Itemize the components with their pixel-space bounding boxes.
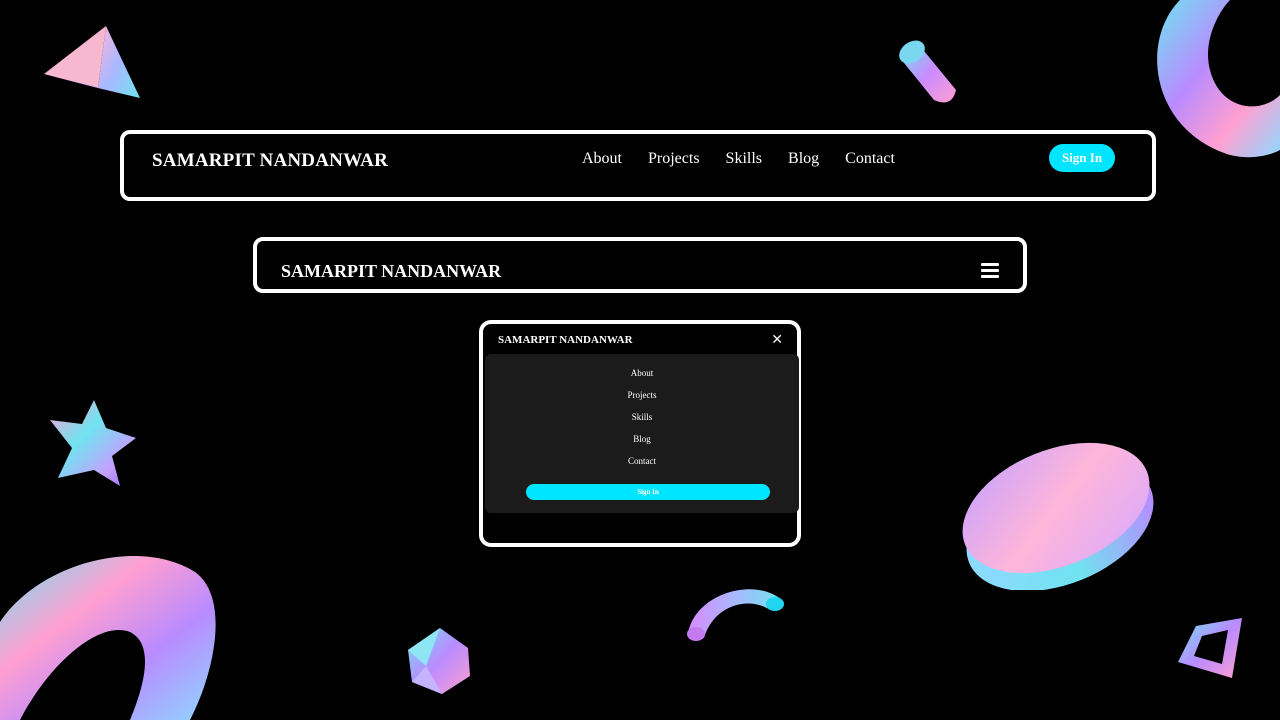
mobile-sign-in-button[interactable]: Sign In [526,484,770,500]
nav-link-projects[interactable]: Projects [648,150,700,168]
torus-shape-bottom [0,556,216,720]
nav-link-skills[interactable]: Skills [726,150,762,168]
mobile-nav-link-contact[interactable]: Contact [485,450,799,472]
star-shape [50,400,136,486]
brand-logo[interactable]: SAMARPIT NANDANWAR [498,334,633,346]
brand-logo[interactable]: SAMARPIT NANDANWAR [152,150,388,172]
disc-shape [962,442,1154,590]
mobile-navbar: SAMARPIT NANDANWAR ✕ About Projects Skil… [479,320,801,547]
nav-link-contact[interactable]: Contact [845,150,895,168]
desktop-navbar: SAMARPIT NANDANWAR About Projects Skills… [120,130,1156,201]
close-icon[interactable]: ✕ [771,332,783,348]
pyramid-shape [44,26,140,98]
nav-links: About Projects Skills Blog Contact [582,150,921,168]
brand-logo[interactable]: SAMARPIT NANDANWAR [281,261,501,282]
torus-shape-top [1157,0,1280,158]
polyhedron-shape [408,628,470,694]
nav-link-blog[interactable]: Blog [788,150,819,168]
hamburger-icon[interactable] [981,263,999,278]
mobile-nav-link-blog[interactable]: Blog [485,428,799,450]
arc-shape [687,589,784,641]
nav-link-about[interactable]: About [582,150,622,168]
tablet-navbar: SAMARPIT NANDANWAR [253,237,1027,293]
frame-shape [1178,618,1242,678]
mobile-nav-link-projects[interactable]: Projects [485,384,799,406]
mobile-nav-link-about[interactable]: About [485,362,799,384]
cylinder-shape [899,40,956,103]
mobile-nav-link-skills[interactable]: Skills [485,406,799,428]
mobile-menu-panel: About Projects Skills Blog Contact Sign … [485,354,799,513]
sign-in-button[interactable]: Sign In [1049,144,1115,172]
